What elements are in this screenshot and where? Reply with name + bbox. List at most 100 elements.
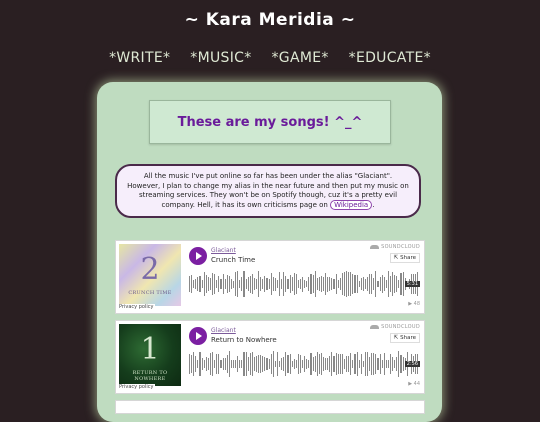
share-button[interactable]: ⇱ Share — [389, 253, 420, 263]
soundcloud-logo[interactable]: SOUNDCLOUD — [370, 244, 420, 250]
soundcloud-player[interactable] — [115, 400, 425, 414]
waveform-bar — [310, 274, 312, 294]
share-button[interactable]: ⇱ Share — [389, 333, 420, 343]
waveform-bar — [189, 353, 191, 375]
waveform-bar — [220, 360, 222, 368]
waveform-bar — [302, 276, 304, 292]
waveform-bar — [189, 276, 191, 292]
nav-write[interactable]: *WRITE* — [109, 50, 170, 66]
artist-link[interactable]: Glaciant — [211, 327, 236, 334]
waveform-bar — [279, 271, 281, 297]
waveform-bar — [327, 357, 329, 371]
waveform-bar — [293, 273, 295, 295]
waveform-bar — [203, 272, 205, 296]
waveform-bar — [295, 274, 297, 294]
artist-link[interactable]: Glaciant — [211, 247, 236, 254]
waveform-bar — [337, 279, 339, 289]
waveform-bar — [310, 353, 312, 375]
waveform-bar — [371, 353, 373, 375]
main-nav: *WRITE* *MUSIC* *GAME* *EDUCATE* — [0, 50, 540, 66]
waveform-bar — [239, 279, 241, 289]
waveform-bar — [331, 278, 333, 290]
waveform-bar — [320, 276, 322, 292]
waveform-bar — [262, 278, 264, 290]
waveform-bar — [390, 276, 392, 292]
waveform-bar — [207, 276, 209, 292]
soundcloud-player[interactable]: 1 RETURN TO NOWHERE Privacy policy Glaci… — [115, 320, 425, 394]
nav-educate[interactable]: *EDUCATE* — [349, 50, 431, 66]
waveform-bar — [385, 359, 387, 369]
waveform-bar — [348, 271, 350, 297]
waveform-bar — [312, 356, 314, 372]
waveform[interactable] — [189, 350, 419, 378]
waveform-bar — [392, 356, 394, 372]
waveform-bar — [377, 280, 379, 288]
waveform-bar — [379, 353, 381, 375]
waveform-bar — [268, 358, 270, 370]
privacy-policy-link[interactable]: Privacy policy — [117, 384, 156, 390]
play-button[interactable] — [189, 247, 207, 265]
waveform-bar — [216, 353, 218, 375]
track-title[interactable]: Crunch Time — [211, 256, 255, 264]
waveform-bar — [237, 356, 239, 372]
waveform-bar — [297, 353, 299, 375]
waveform-bar — [249, 353, 251, 375]
waveform-bar — [383, 276, 385, 292]
waveform-bar — [209, 353, 212, 375]
track-artwork[interactable]: 1 RETURN TO NOWHERE — [119, 324, 181, 386]
waveform-bar — [371, 273, 373, 295]
waveform-bar — [201, 280, 203, 288]
waveform-bar — [232, 359, 235, 369]
waveform-bar — [251, 274, 253, 294]
waveform-bar — [398, 351, 400, 377]
soundcloud-player[interactable]: 2 CRUNCH TIME Privacy policy Glaciant Cr… — [115, 240, 425, 314]
waveform-bar — [318, 354, 320, 374]
waveform-bar — [228, 276, 230, 292]
waveform-bar — [360, 353, 362, 375]
waveform-bar — [400, 273, 402, 295]
intro-text-box: All the music I've put online so far has… — [115, 164, 421, 218]
waveform-bar — [356, 275, 358, 293]
waveform-bar — [335, 352, 337, 376]
waveform-bar — [285, 351, 287, 377]
waveform-bar — [197, 359, 199, 369]
waveform-bar — [235, 271, 237, 297]
waveform-bar — [333, 356, 335, 372]
waveform-bar — [224, 279, 226, 289]
waveform-bar — [295, 360, 297, 368]
privacy-policy-link[interactable]: Privacy policy — [117, 304, 156, 310]
waveform-bar — [364, 278, 366, 290]
waveform-bar — [291, 360, 293, 368]
nav-game[interactable]: *GAME* — [272, 50, 329, 66]
waveform-bar — [341, 354, 343, 374]
waveform-bar — [247, 276, 249, 292]
wikipedia-link[interactable]: Wikipedia — [330, 199, 373, 210]
waveform[interactable] — [189, 270, 419, 298]
waveform-bar — [243, 271, 245, 297]
nav-music[interactable]: *MUSIC* — [190, 50, 251, 66]
waveform-bar — [283, 272, 285, 296]
track-title[interactable]: Return to Nowhere — [211, 336, 277, 344]
waveform-bar — [243, 351, 245, 377]
waveform-bar — [375, 271, 377, 297]
waveform-bar — [381, 275, 383, 293]
waveform-bar — [232, 280, 235, 288]
play-button[interactable] — [189, 327, 207, 345]
waveform-bar — [362, 277, 364, 291]
waveform-bar — [387, 360, 389, 368]
waveform-bar — [276, 280, 279, 288]
waveform-bar — [341, 273, 343, 295]
cloud-icon — [370, 324, 380, 329]
waveform-bar — [235, 360, 237, 368]
waveform-bar — [205, 275, 207, 293]
waveform-bar — [323, 357, 325, 371]
waveform-bar — [394, 359, 396, 368]
waveform-bar — [379, 277, 381, 291]
waveform-bar — [364, 352, 366, 376]
track-artwork[interactable]: 2 CRUNCH TIME — [119, 244, 181, 306]
soundcloud-logo[interactable]: SOUNDCLOUD — [370, 324, 420, 330]
waveform-bar — [366, 351, 369, 377]
waveform-bar — [396, 276, 398, 292]
waveform-bar — [199, 275, 201, 293]
waveform-bar — [392, 272, 394, 296]
